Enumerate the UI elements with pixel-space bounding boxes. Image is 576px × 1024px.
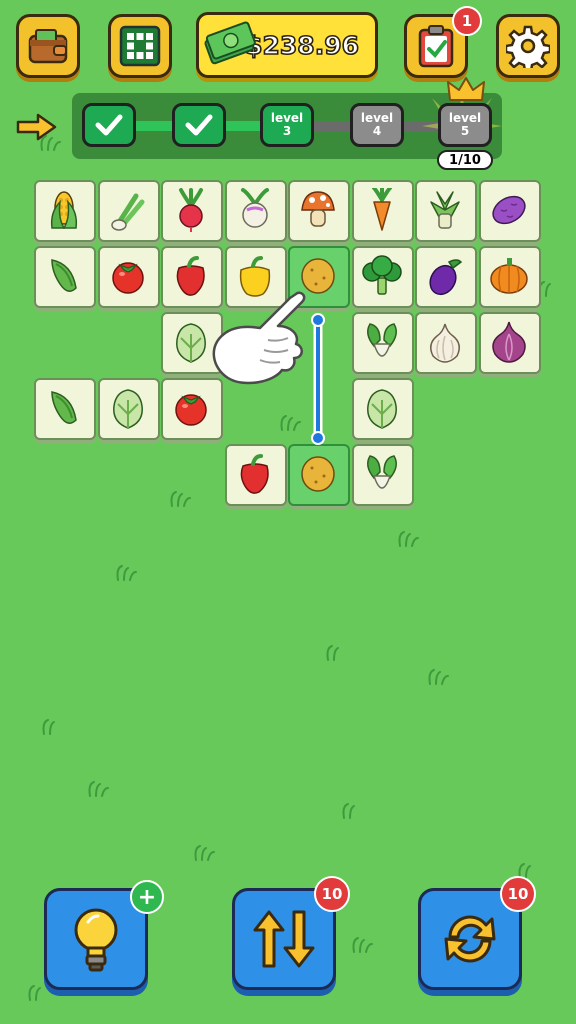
tile-cabbage[interactable] [352,378,414,440]
tile-bamboo-shoot[interactable] [415,180,477,242]
scallion-icon [111,193,145,231]
cabbage-icon [113,389,143,429]
bok-choy-icon [367,455,397,489]
tile-onion[interactable] [479,312,541,374]
pumpkin-icon [490,258,528,294]
refresh-icon [444,915,496,963]
tile-eggplant[interactable] [415,246,477,308]
corn-icon [50,191,78,229]
tomato-icon [112,262,144,294]
swap-count-badge: 10 [314,876,350,912]
mushroom-icon [301,191,335,227]
hint-add-badge[interactable]: + [130,880,164,914]
turnip-icon [241,188,269,228]
tile-red-pepper[interactable] [225,444,287,506]
bamboo-shoot-icon [430,191,460,229]
tile-turnip[interactable] [225,180,287,242]
tile-scallion[interactable] [98,180,160,242]
tile-radish[interactable] [161,180,223,242]
lightbulb-icon [74,908,118,972]
garlic-icon [430,323,460,363]
eggplant-icon [429,259,463,296]
tomato-icon [175,394,207,426]
tile-pumpkin[interactable] [479,246,541,308]
peas-icon [51,259,77,292]
tile-cabbage[interactable] [98,378,160,440]
onion-icon [492,321,526,363]
broccoli-icon [362,255,402,295]
tile-tomato[interactable] [98,246,160,308]
carrot-icon [372,188,392,231]
tile-mushroom[interactable] [288,180,350,242]
tile-sweet-potato[interactable] [479,180,541,242]
tile-peas[interactable] [34,246,96,308]
swap-arrows-icon [253,910,315,968]
shuffle-count-badge: 10 [500,876,536,912]
grass-decoration [28,135,551,1001]
red-pepper-icon [240,454,269,494]
potato-icon [301,456,335,492]
bok-choy-icon [367,323,397,357]
radish-icon [179,188,203,232]
tile-potato[interactable] [288,444,350,506]
tile-carrot[interactable] [352,180,414,242]
tile-garlic[interactable] [415,312,477,374]
cabbage-icon [367,389,397,429]
tile-bok-choy[interactable] [352,312,414,374]
peas-icon [51,391,77,424]
sweet-potato-icon [492,195,526,225]
tile-broccoli[interactable] [352,246,414,308]
tile-peas[interactable] [34,378,96,440]
tile-corn[interactable] [34,180,96,242]
match-path-line [311,313,325,445]
tile-bok-choy[interactable] [352,444,414,506]
tutorial-hand-pointer-icon [212,291,306,385]
